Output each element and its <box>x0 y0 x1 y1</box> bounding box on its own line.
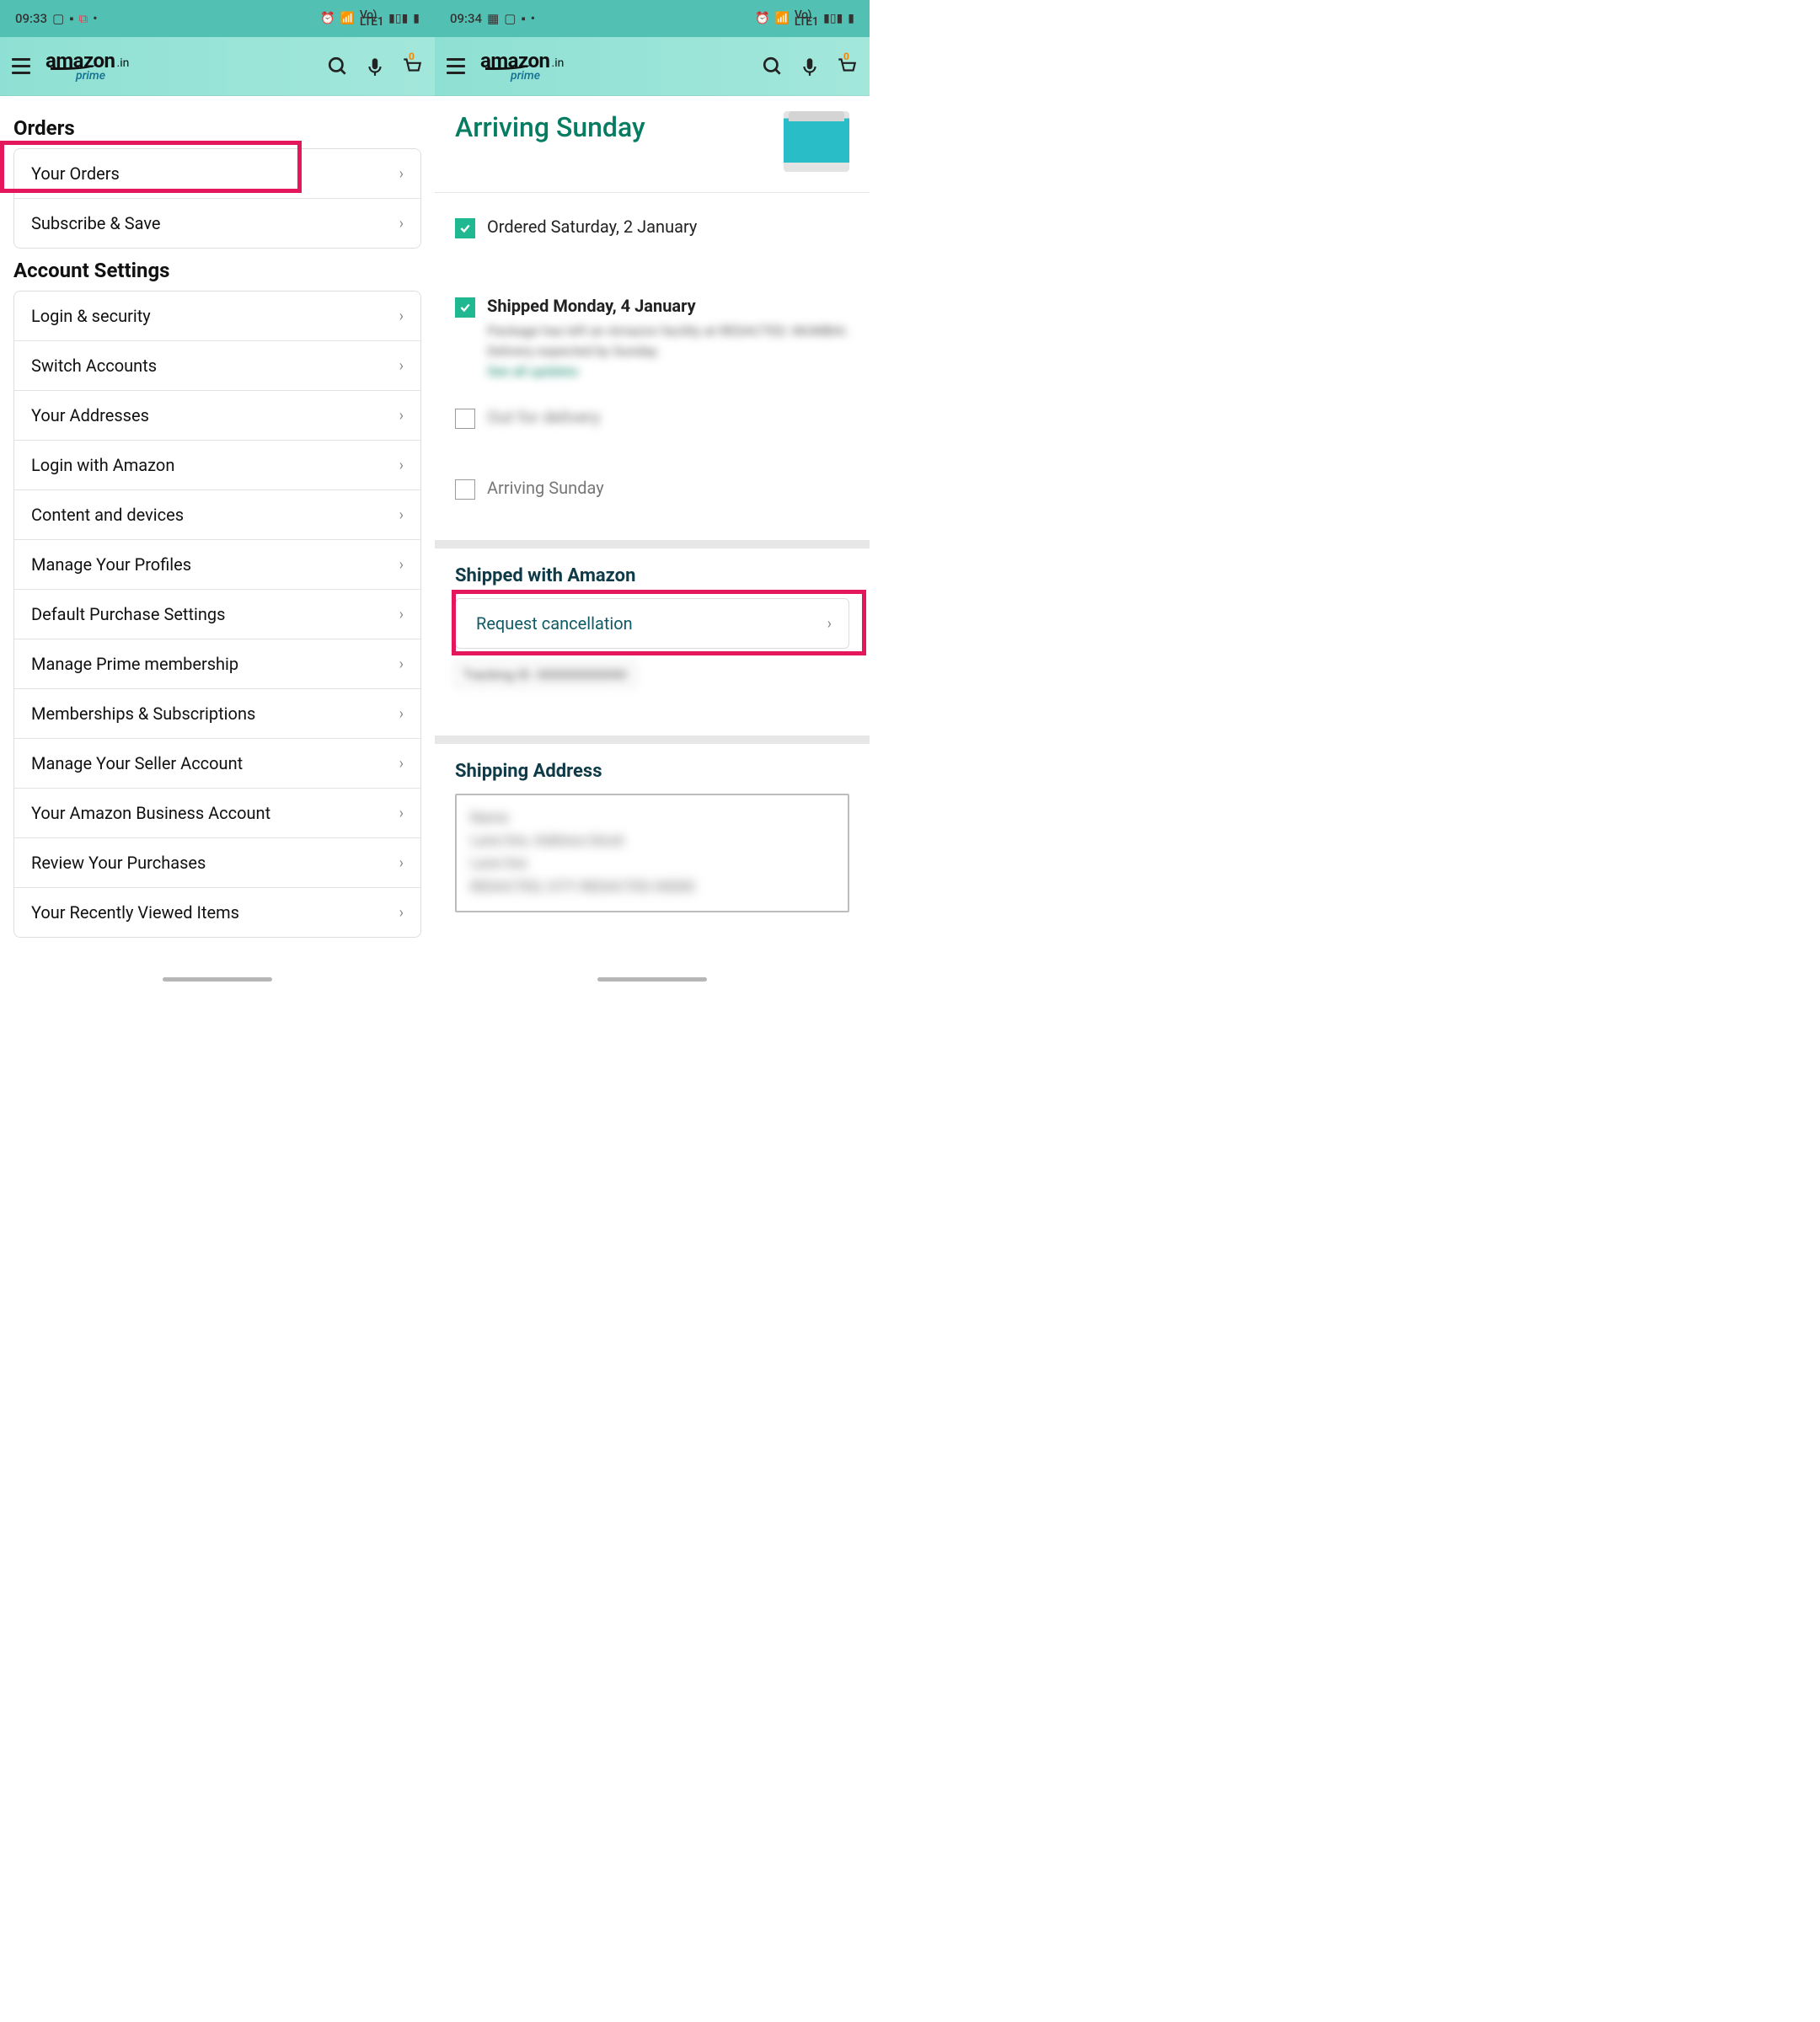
home-indicator <box>597 977 707 982</box>
step-ordered-icon <box>455 218 475 238</box>
dot-icon: • <box>531 11 535 26</box>
shipped-with-heading: Shipped with Amazon <box>455 565 849 586</box>
chevron-right-icon: › <box>399 215 404 233</box>
content-devices-row[interactable]: Content and devices› <box>14 490 420 540</box>
subscribe-save-row[interactable]: Subscribe & Save› <box>14 199 420 248</box>
logo[interactable]: amazon.in prime <box>46 51 129 83</box>
screen-order-detail: 09:34 ▦ ▢ ▪ • ⏰ 📶 Vo)LTE1 ▮▯▮ ▮ amazon.i… <box>435 0 870 985</box>
request-cancellation-button[interactable]: Request cancellation › <box>455 598 849 649</box>
dot-icon: • <box>93 11 97 26</box>
chevron-right-icon: › <box>399 655 404 673</box>
step-out-icon <box>455 409 475 429</box>
hamburger-menu[interactable] <box>12 58 30 74</box>
chevron-right-icon: › <box>399 556 404 574</box>
mic-icon[interactable] <box>799 56 821 78</box>
login-with-amazon-row[interactable]: Login with Amazon› <box>14 441 420 490</box>
orders-card: Your Orders› Subscribe & Save› <box>13 148 421 249</box>
memberships-row[interactable]: Memberships & Subscriptions› <box>14 689 420 739</box>
screen-account: 09:33 ▢ ▪ ⧉ • ⏰ 📶 Vo)LTE1 ▮▯▮ ▮ amazon.i… <box>0 0 435 985</box>
battery-icon: ▮ <box>848 12 854 25</box>
wifi-icon: 📶 <box>340 12 354 25</box>
hamburger-menu[interactable] <box>447 58 465 74</box>
chevron-right-icon: › <box>399 457 404 474</box>
image-icon: ▢ <box>52 11 64 26</box>
misc-icon: ⧉ <box>79 11 88 26</box>
tracking-timeline: Ordered Saturday, 2 January Shipped Mond… <box>455 217 849 498</box>
chevron-right-icon: › <box>399 308 404 325</box>
step-ordered: Ordered Saturday, 2 January <box>487 217 849 237</box>
step-arriving-icon <box>455 479 475 500</box>
review-purchases-row[interactable]: Review Your Purchases› <box>14 838 420 888</box>
arriving-heading: Arriving Sunday <box>455 111 645 143</box>
chevron-right-icon: › <box>399 407 404 425</box>
alarm-icon: ⏰ <box>755 12 769 25</box>
purchase-settings-row[interactable]: Default Purchase Settings› <box>14 590 420 639</box>
home-indicator <box>163 977 272 982</box>
battery-icon: ▮ <box>413 12 420 25</box>
prime-membership-row[interactable]: Manage Prime membership› <box>14 639 420 689</box>
step-shipped-icon <box>455 297 475 318</box>
clock: 09:33 <box>15 11 47 26</box>
divider <box>435 192 870 193</box>
chevron-right-icon: › <box>827 615 832 633</box>
product-thumbnail[interactable] <box>784 111 849 172</box>
step-arriving: Arriving Sunday <box>487 478 849 498</box>
recently-viewed-row[interactable]: Your Recently Viewed Items› <box>14 888 420 937</box>
app-header: amazon.in prime 0 <box>0 37 435 96</box>
clock: 09:34 <box>450 11 482 26</box>
chevron-right-icon: › <box>399 904 404 922</box>
signal-icon: ▮▯▮ <box>388 12 408 25</box>
status-bar: 09:33 ▢ ▪ ⧉ • ⏰ 📶 Vo)LTE1 ▮▯▮ ▮ <box>0 0 435 37</box>
step-shipped-detail: Package has left an Amazon facility at R… <box>487 321 849 382</box>
status-bar: 09:34 ▦ ▢ ▪ • ⏰ 📶 Vo)LTE1 ▮▯▮ ▮ <box>435 0 870 37</box>
alarm-icon: ⏰ <box>320 12 335 25</box>
app-header: amazon.in prime 0 <box>435 37 870 96</box>
bag-icon: ▪ <box>69 11 73 26</box>
chevron-right-icon: › <box>399 755 404 773</box>
seller-account-row[interactable]: Manage Your Seller Account› <box>14 739 420 789</box>
bag-icon: ▪ <box>521 11 525 26</box>
chevron-right-icon: › <box>399 854 404 872</box>
address-box: Name Lane line, Address block Lane line … <box>455 794 849 912</box>
step-shipped: Shipped Monday, 4 January <box>487 296 849 316</box>
addresses-row[interactable]: Your Addresses› <box>14 391 420 441</box>
cart-button[interactable]: 0 <box>836 54 858 79</box>
search-icon[interactable] <box>327 56 349 78</box>
volte-icon: Vo)LTE1 <box>795 12 818 25</box>
business-account-row[interactable]: Your Amazon Business Account› <box>14 789 420 838</box>
orders-heading: Orders <box>13 116 421 140</box>
step-out: Out for delivery <box>487 407 849 427</box>
login-security-row[interactable]: Login & security› <box>14 292 420 341</box>
search-icon[interactable] <box>762 56 784 78</box>
chevron-right-icon: › <box>399 705 404 723</box>
see-updates-link[interactable]: See all updates <box>487 363 578 379</box>
chevron-right-icon: › <box>399 805 404 822</box>
image-icon: ▢ <box>504 11 516 26</box>
shipping-address-heading: Shipping Address <box>455 761 849 782</box>
account-card: Login & security› Switch Accounts› Your … <box>13 291 421 938</box>
chevron-right-icon: › <box>399 357 404 375</box>
your-orders-row[interactable]: Your Orders› <box>14 149 420 199</box>
tracking-id: Tracking ID: 000000000000 <box>455 662 635 687</box>
chevron-right-icon: › <box>399 165 404 183</box>
chevron-right-icon: › <box>399 506 404 524</box>
section-separator <box>435 736 870 744</box>
profiles-row[interactable]: Manage Your Profiles› <box>14 540 420 590</box>
wifi-icon: 📶 <box>774 12 789 25</box>
grid-icon: ▦ <box>487 11 499 26</box>
mic-icon[interactable] <box>364 56 386 78</box>
volte-icon: Vo)LTE1 <box>360 12 383 25</box>
logo[interactable]: amazon.in prime <box>480 51 564 83</box>
cart-button[interactable]: 0 <box>401 54 423 79</box>
signal-icon: ▮▯▮ <box>823 12 843 25</box>
section-separator <box>435 540 870 548</box>
switch-accounts-row[interactable]: Switch Accounts› <box>14 341 420 391</box>
account-settings-heading: Account Settings <box>13 259 421 282</box>
chevron-right-icon: › <box>399 606 404 623</box>
